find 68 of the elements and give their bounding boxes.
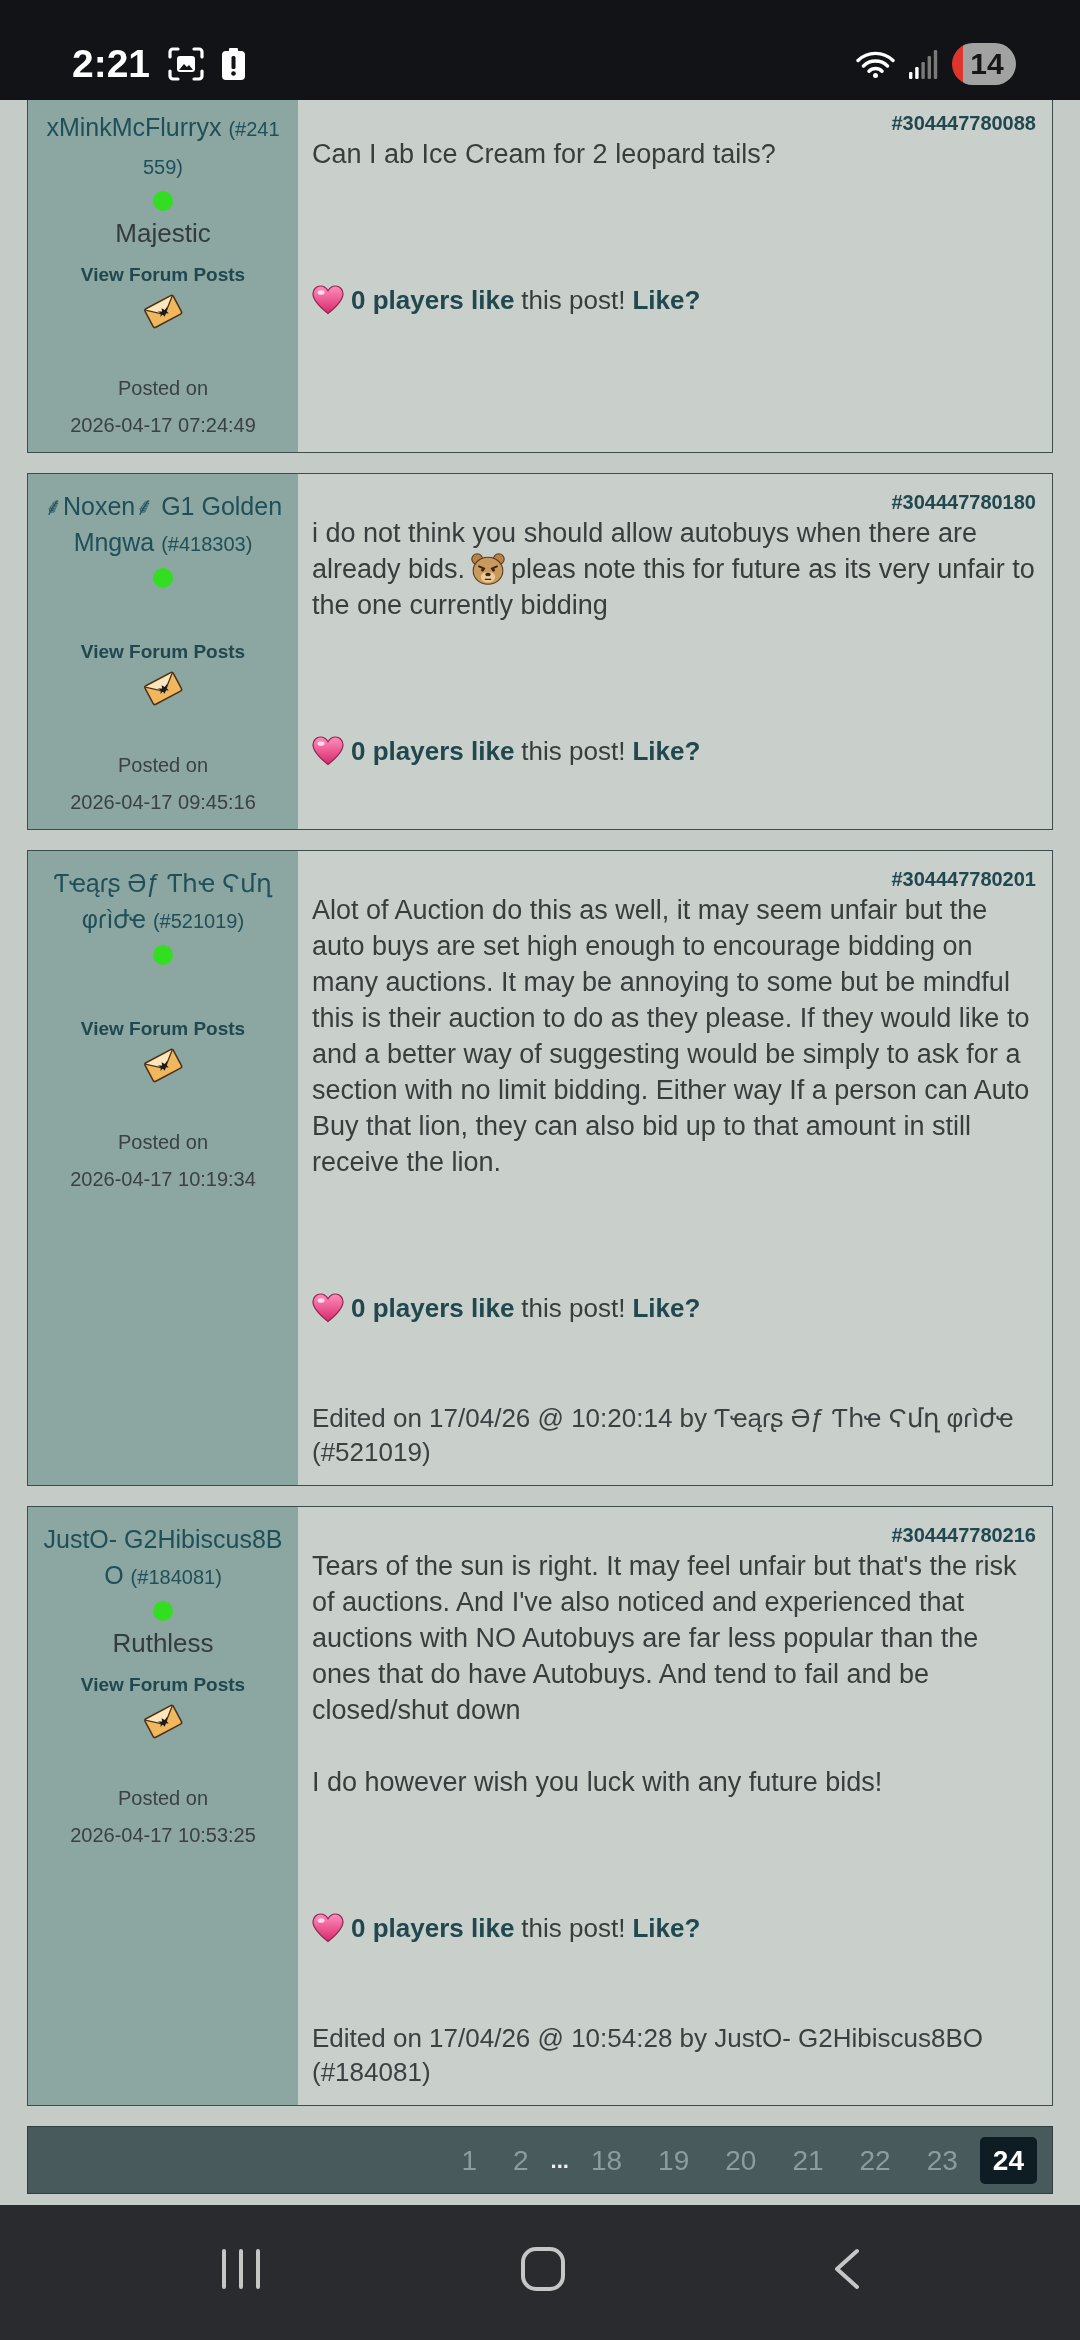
- heart-icon: [312, 736, 344, 766]
- edit-note-text: Edited on 17/04/26 @ 10:54:28 by JustO- G2Hibiscus8BO (#184081): [312, 2022, 984, 2089]
- likes-count-link[interactable]: 0 players like: [351, 282, 515, 318]
- page-link[interactable]: 23: [908, 2136, 976, 2184]
- post-number-link[interactable]: #304447780216: [891, 1522, 1036, 1548]
- like-link[interactable]: Like?: [632, 1290, 701, 1326]
- view-forum-posts-link[interactable]: View Forum Posts: [80, 638, 246, 666]
- screenshot-icon: [168, 47, 205, 81]
- page-link[interactable]: 20: [707, 2136, 775, 2184]
- post-text: Tears of the sun is right. It may feel unfair but that's the risk of auctions. And I've also noticed and experienced that auctions with NO Autobuys are far less popular than the ones that do have Autobuys. And tend to fail and be closed/shut down: [312, 1550, 1018, 1727]
- likes-count-link[interactable]: 0 players like: [351, 1910, 515, 1946]
- post-text: already bids.: [312, 553, 466, 586]
- wifi-icon: [856, 50, 895, 78]
- ellipsis-text: ...: [549, 2146, 570, 2175]
- post-number-link[interactable]: #304447780201: [891, 866, 1036, 892]
- page-link[interactable]: 21: [774, 2136, 842, 2184]
- recent-apps-icon[interactable]: [220, 2247, 262, 2290]
- post-text: the one currently bidding: [312, 589, 608, 622]
- page-link[interactable]: 2: [495, 2136, 547, 2184]
- username-link[interactable]: ⸙Noxen⸙ G1 Golden Mngwa (#418303): [43, 488, 283, 562]
- rank-text: Ruthless: [112, 1627, 214, 1660]
- page-link[interactable]: 24: [979, 2136, 1037, 2184]
- post-text: i do not think you should allow autobuys when there are: [312, 517, 977, 550]
- posted-on-label: Posted on: [117, 1786, 209, 1811]
- page-link[interactable]: 1: [443, 2136, 495, 2184]
- post-text: pleas note this for future as its very unfair to: [511, 553, 1035, 586]
- post-text: Can I ab Ice Cream for 2 leopard tails?: [312, 138, 777, 171]
- post-text: I do however wish you luck with any future bids!: [312, 1766, 884, 1799]
- view-forum-posts-link[interactable]: View Forum Posts: [80, 1671, 246, 1699]
- view-forum-posts-link[interactable]: View Forum Posts: [80, 1015, 246, 1043]
- heart-icon: [312, 1293, 344, 1323]
- post-number-link[interactable]: #304447780180: [891, 489, 1036, 515]
- post-date-text: 2026-04-17 07:24:49: [70, 413, 256, 438]
- username-link[interactable]: JustO- G2Hibiscus8BO (#184081): [43, 1521, 283, 1595]
- back-icon[interactable]: [833, 2247, 860, 2290]
- status-time: 2:21: [72, 44, 151, 84]
- page-link[interactable]: 22: [841, 2136, 909, 2184]
- like-link[interactable]: Like?: [632, 1910, 701, 1946]
- likes-count-link[interactable]: 0 players like: [351, 733, 515, 769]
- post-date-text: 2026-04-17 10:19:34: [70, 1167, 256, 1192]
- posted-on-label: Posted on: [117, 376, 209, 401]
- post-date-text: 2026-04-17 10:53:25: [70, 1823, 256, 1848]
- page-link[interactable]: 19: [640, 2136, 708, 2184]
- post-number-link[interactable]: #304447780088: [891, 110, 1036, 136]
- username-link[interactable]: Ƭҽąɾʂ Əƒ Ƭհҽ Ϛմղ φɾìժҽ (#521019): [43, 865, 283, 939]
- likes-text: this post!: [521, 1292, 626, 1325]
- post-text: Alot of Auction do this as well, it may seem unfair but the auto buys are set high enough to encourage bidding on many auctions. It may be annoying to some but be mindful this is their auction to do as they please. If they would like to and a better way of suggesting would be simply to ask for a section with no limit bidding. Either way If a person can Auto Buy that lion, they can also bid up to that amount in still receive the lion.: [312, 894, 1031, 1179]
- page-link[interactable]: 18: [572, 2136, 641, 2184]
- bear-face-icon: [470, 551, 507, 587]
- view-forum-posts-link[interactable]: View Forum Posts: [80, 261, 246, 289]
- like-link[interactable]: Like?: [632, 282, 701, 318]
- battery-indicator: 14: [952, 43, 1016, 85]
- like-link[interactable]: Like?: [632, 733, 701, 769]
- likes-text: this post!: [521, 284, 626, 317]
- posted-on-label: Posted on: [117, 1130, 209, 1155]
- likes-text: this post!: [521, 735, 626, 768]
- post-date-text: 2026-04-17 09:45:16: [70, 790, 256, 815]
- posted-on-label: Posted on: [117, 753, 209, 778]
- heart-icon: [312, 1913, 344, 1943]
- edit-note-text: Edited on 17/04/26 @ 10:20:14 by Ƭҽąɾʂ Əƒ Ƭհҽ Ϛմղ φɾìժҽ (#521019): [312, 1402, 1015, 1469]
- username-link[interactable]: xMinkMcFlurryx (#241559): [43, 109, 283, 185]
- home-icon[interactable]: [521, 2246, 565, 2291]
- battery-alert-icon: [222, 48, 246, 80]
- likes-count-link[interactable]: 0 players like: [351, 1290, 515, 1326]
- heart-icon: [312, 285, 344, 315]
- likes-text: this post!: [521, 1912, 626, 1945]
- signal-icon: [909, 49, 938, 79]
- rank-text: Majestic: [115, 217, 211, 250]
